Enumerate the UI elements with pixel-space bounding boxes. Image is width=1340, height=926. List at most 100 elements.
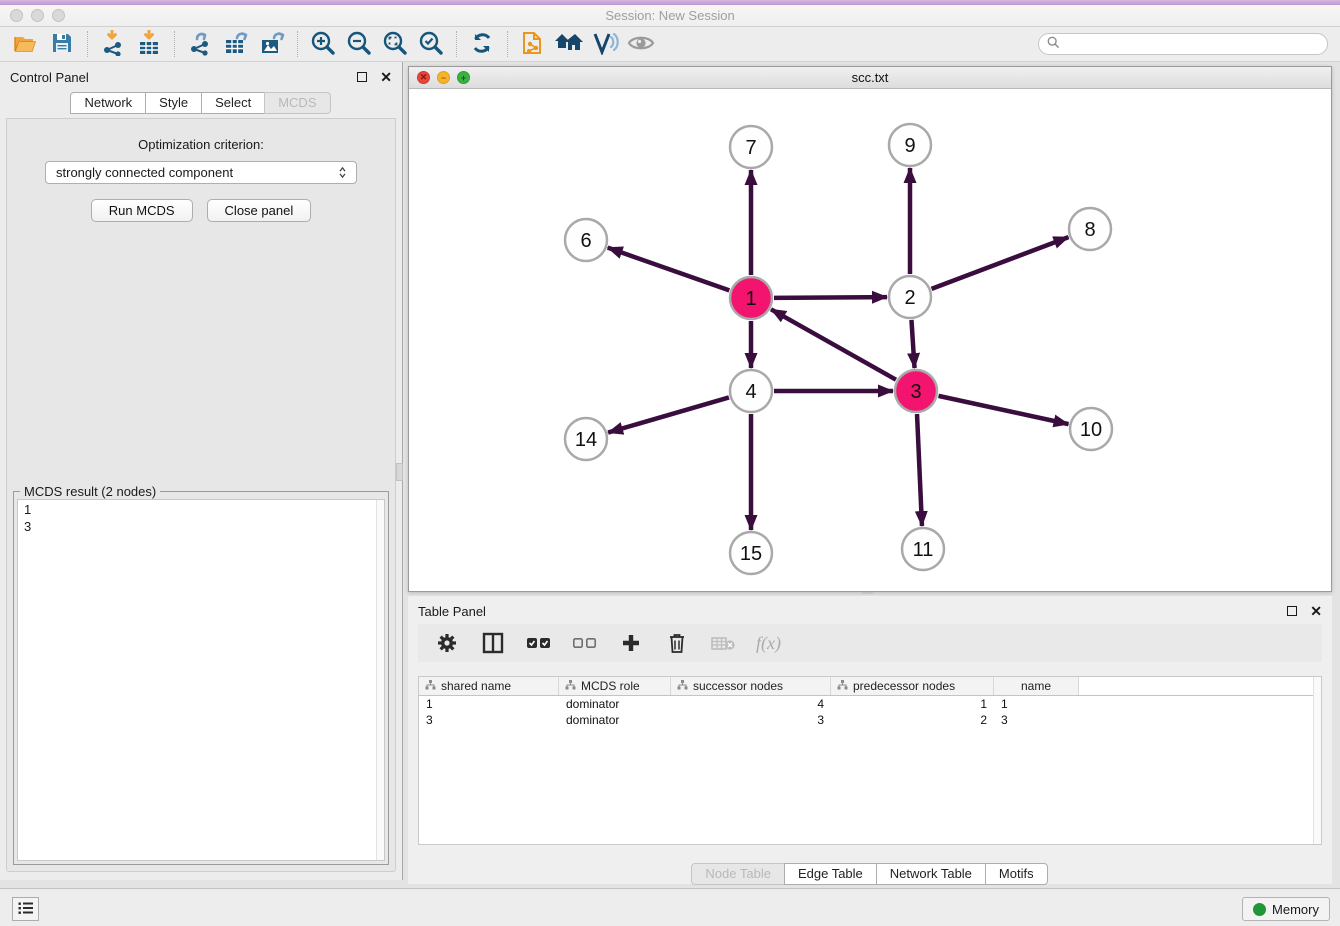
zoom-out-icon (346, 30, 372, 59)
cell-predecessor-nodes[interactable]: 1 (831, 696, 994, 712)
edge-1-6[interactable] (608, 248, 730, 291)
column-label: name (1021, 679, 1051, 693)
tab-motifs[interactable]: Motifs (985, 863, 1048, 885)
node-2[interactable]: 2 (889, 276, 931, 318)
task-history-button[interactable] (12, 897, 39, 921)
node-9[interactable]: 9 (889, 124, 931, 166)
node-3[interactable]: 3 (895, 370, 937, 412)
search-input[interactable] (1065, 35, 1327, 53)
close-panel-icon[interactable]: ✕ (1310, 606, 1322, 616)
column-header-successor-nodes[interactable]: successor nodes (671, 677, 831, 695)
node-table[interactable]: shared name MCDS role successor nodesprede… (418, 676, 1322, 845)
column-header-predecessor-nodes[interactable]: predecessor nodes (831, 677, 994, 695)
table-panel: Table Panel ✕ f(x) shared nameMCDS roles… (408, 596, 1332, 884)
mcds-result-text[interactable]: 13 (17, 499, 385, 861)
node-6[interactable]: 6 (565, 219, 607, 261)
node-11[interactable]: 11 (902, 528, 944, 570)
export-table-button[interactable] (218, 29, 254, 59)
cell-name[interactable]: 1 (994, 696, 1079, 712)
zoom-fit-button[interactable] (377, 29, 413, 59)
zoom-selected-button[interactable] (413, 29, 449, 59)
float-panel-icon[interactable] (1287, 606, 1297, 616)
edge-3-1[interactable] (771, 309, 896, 379)
save-session-button[interactable] (44, 29, 80, 59)
tab-mcds[interactable]: MCDS (264, 92, 330, 114)
column-label: MCDS role (581, 679, 640, 693)
show-visual-mapping-button[interactable] (623, 29, 659, 59)
column-header-shared-name[interactable]: shared name (419, 677, 559, 695)
node-table-header[interactable]: shared name MCDS role successor nodesprede… (419, 677, 1321, 696)
delete-column-button[interactable] (664, 630, 690, 656)
cell-shared-name[interactable]: 1 (419, 696, 559, 712)
zoom-in-button[interactable] (305, 29, 341, 59)
app-titlebar: Session: New Session (0, 0, 1340, 27)
node-15[interactable]: 15 (730, 532, 772, 574)
tab-network[interactable]: Network (70, 92, 146, 114)
table-settings-button[interactable] (434, 630, 460, 656)
tab-select[interactable]: Select (201, 92, 265, 114)
vertical-splitter-handle[interactable] (396, 463, 403, 481)
cell-MCDS-role[interactable]: dominator (559, 712, 671, 728)
node-4[interactable]: 4 (730, 370, 772, 412)
optimization-criterion-dropdown[interactable]: strongly connected component (45, 161, 357, 184)
network-window-title: scc.txt (409, 70, 1331, 85)
node-7[interactable]: 7 (730, 126, 772, 168)
open-session-button[interactable] (8, 29, 44, 59)
tab-network-table[interactable]: Network Table (876, 863, 986, 885)
node-10[interactable]: 10 (1070, 408, 1112, 450)
edge-2-8[interactable] (932, 237, 1069, 289)
node-label: 2 (904, 287, 915, 309)
tab-node-table[interactable]: Node Table (691, 863, 785, 885)
apply-layout-button[interactable] (464, 29, 500, 59)
close-panel-button[interactable]: Close panel (207, 199, 312, 222)
cell-shared-name[interactable]: 3 (419, 712, 559, 728)
home-button[interactable] (551, 29, 587, 59)
edge-4-14[interactable] (608, 397, 729, 432)
network-from-file-button[interactable] (515, 29, 551, 59)
memory-button[interactable]: Memory (1242, 897, 1330, 921)
edge-3-10[interactable] (938, 396, 1068, 424)
cell-successor-nodes[interactable]: 3 (671, 712, 831, 728)
cell-successor-nodes[interactable]: 4 (671, 696, 831, 712)
edge-2-3[interactable] (911, 320, 914, 368)
network-close-button[interactable]: ✕ (417, 71, 430, 84)
network-graph-canvas[interactable]: 7 9 6 8 1 2 4 3 14 10 15 11 (409, 89, 1331, 591)
export-image-button[interactable] (254, 29, 290, 59)
run-mcds-button[interactable]: Run MCDS (91, 199, 193, 222)
column-header-MCDS-role[interactable]: MCDS role (559, 677, 671, 695)
function-builder-button: f(x) (756, 633, 781, 654)
export-network-button[interactable] (182, 29, 218, 59)
edge-1-2[interactable] (774, 297, 887, 298)
eye-icon (627, 33, 655, 56)
deselect-all-columns-button[interactable] (572, 630, 598, 656)
toggle-column-view-button[interactable] (480, 630, 506, 656)
node-8[interactable]: 8 (1069, 208, 1111, 250)
result-scrollbar[interactable] (376, 500, 384, 860)
cell-name[interactable]: 3 (994, 712, 1079, 728)
zoom-out-button[interactable] (341, 29, 377, 59)
global-search-field[interactable] (1038, 33, 1328, 55)
create-column-button[interactable] (618, 630, 644, 656)
control-panel-header: Control Panel ✕ (0, 62, 402, 92)
float-panel-icon[interactable] (357, 72, 367, 82)
tab-edge-table[interactable]: Edge Table (784, 863, 877, 885)
mcds-result-group: MCDS result (2 nodes) 13 (13, 491, 389, 865)
node-14[interactable]: 14 (565, 418, 607, 460)
network-minimize-button[interactable]: − (437, 71, 450, 84)
edge-3-11[interactable] (917, 414, 922, 526)
table-row[interactable]: 3dominator323 (419, 712, 1321, 728)
node-1[interactable]: 1 (730, 277, 772, 319)
import-network-button[interactable] (95, 29, 131, 59)
close-panel-icon[interactable]: ✕ (380, 72, 392, 82)
cell-MCDS-role[interactable]: dominator (559, 696, 671, 712)
select-all-columns-button[interactable] (526, 630, 552, 656)
hide-visual-mapping-button[interactable] (587, 29, 623, 59)
table-row[interactable]: 1dominator411 (419, 696, 1321, 712)
network-window-titlebar[interactable]: ✕ − + scc.txt (409, 67, 1331, 89)
column-header-name[interactable]: name (994, 677, 1079, 695)
table-scrollbar[interactable] (1313, 677, 1321, 844)
cell-predecessor-nodes[interactable]: 2 (831, 712, 994, 728)
import-table-button[interactable] (131, 29, 167, 59)
tab-style[interactable]: Style (145, 92, 202, 114)
network-maximize-button[interactable]: + (457, 71, 470, 84)
